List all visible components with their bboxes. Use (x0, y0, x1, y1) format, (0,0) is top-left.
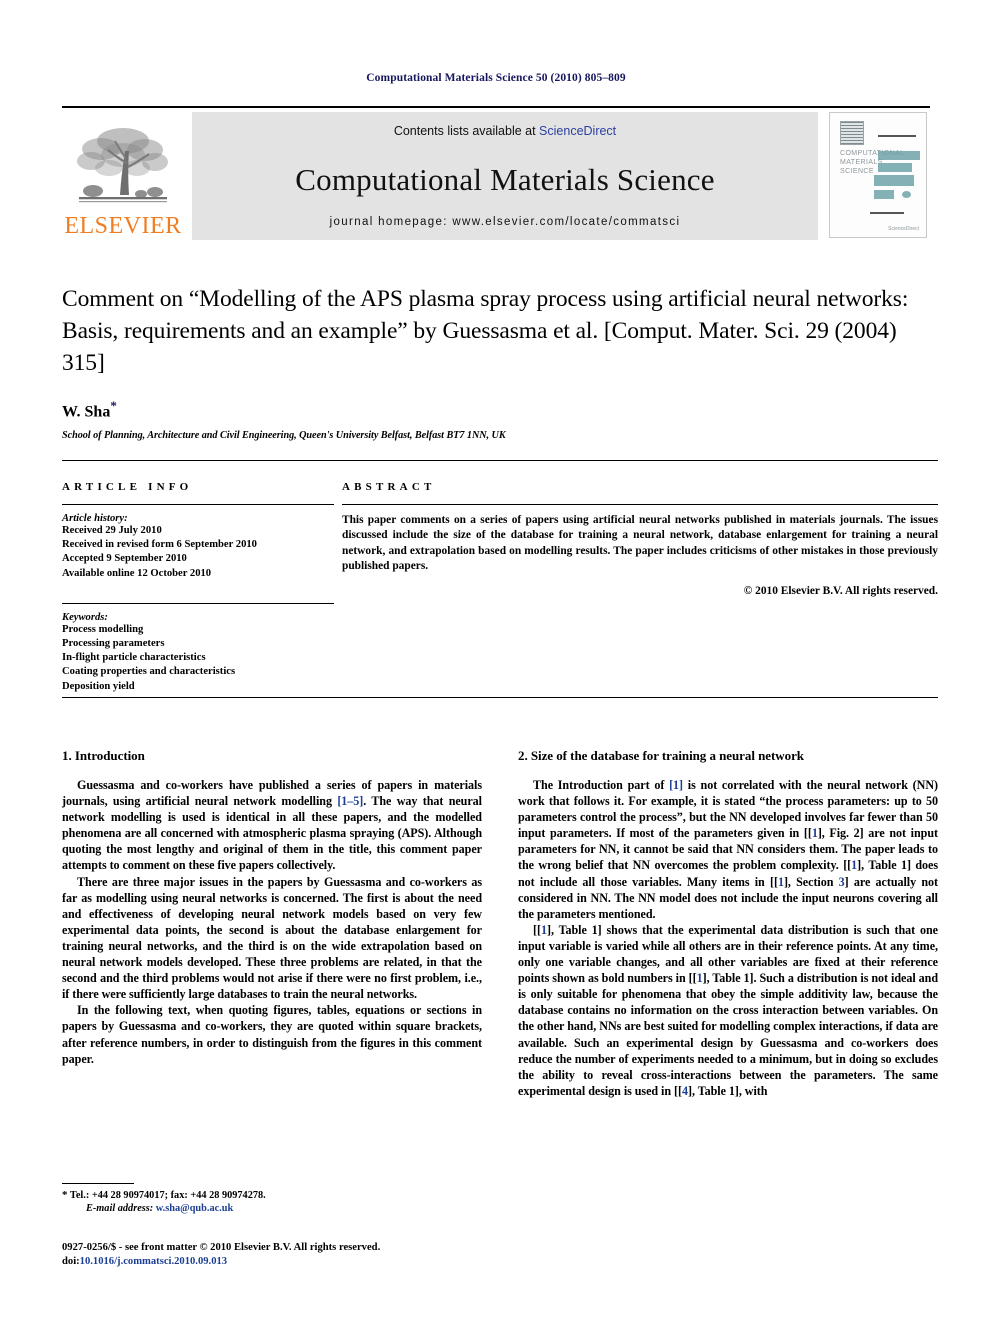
history-item: Accepted 9 September 2010 (62, 553, 187, 565)
email-address-link[interactable]: w.sha@qub.ac.uk (156, 1203, 233, 1214)
text-run: ], Section (783, 874, 839, 889)
text-run: The Introduction part of (533, 778, 670, 792)
abstract-text: This paper comments on a series of paper… (342, 514, 938, 573)
journal-band: Contents lists available at ScienceDirec… (192, 112, 818, 240)
citation-link[interactable]: [1] (669, 778, 683, 792)
history-item: Available online 12 October 2010 (62, 567, 212, 579)
doi-line: doi:10.1016/j.commatsci.2010.09.013 (62, 1255, 562, 1269)
paper-page: Computational Materials Science 50 (2010… (0, 0, 992, 1323)
article-history-label: Article history: (62, 513, 128, 524)
page-title: Comment on “Modelling of the APS plasma … (62, 286, 909, 376)
keywords-block: Keywords: Process modelling Processing p… (62, 602, 334, 694)
footnote-telephone: * Tel.: +44 28 90974017; fax: +44 28 909… (62, 1189, 482, 1202)
text-run: ], Table 1], with (687, 1083, 768, 1098)
paragraph: Guessasma and co-workers have published … (62, 777, 482, 874)
text-run: In the following text, when quoting figu… (62, 1003, 482, 1066)
elsevier-tree-icon (77, 128, 168, 203)
body-column-left: 1. Introduction Guessasma and co-workers… (62, 748, 482, 1099)
author-name: W. Sha* (62, 398, 938, 421)
history-item: Received in revised form 6 September 201… (62, 539, 257, 551)
keyword-item: Coating properties and characteristics (62, 666, 236, 678)
keyword-item: Deposition yield (62, 680, 135, 692)
keyword-item: In-flight particle characteristics (62, 652, 206, 664)
keyword-item: Process modelling (62, 623, 144, 635)
footnote-area: * Tel.: +44 28 90974017; fax: +44 28 909… (62, 1183, 482, 1216)
article-info-divider (62, 504, 334, 505)
paragraph: [[1], Table 1] shows that the experiment… (518, 922, 938, 1099)
meta-bottom-divider (62, 697, 938, 698)
journal-masthead: ELSEVIER Contents lists available at Sci… (62, 106, 930, 240)
paragraph: The Introduction part of [1] is not corr… (518, 777, 938, 922)
cover-image: COMPUTATIONAL MATERIALS SCIENCE ScienceD… (829, 112, 927, 238)
cover-logo-block (840, 121, 864, 145)
elsevier-logo: ELSEVIER (62, 112, 184, 240)
running-head: Computational Materials Science 50 (2010… (366, 72, 626, 84)
contents-prefix: Contents lists available at (393, 124, 540, 138)
history-item: Received 29 July 2010 (62, 525, 162, 536)
keywords-list: Process modelling Processing parameters … (62, 623, 334, 694)
keywords-divider (62, 602, 334, 604)
text-run: There are three major issues in the pape… (62, 874, 482, 1002)
footer-issn-block: 0927-0256/$ - see front matter © 2010 El… (62, 1241, 562, 1268)
footnote-email: E-mail address: w.sha@qub.ac.uk (62, 1202, 482, 1215)
citation-link[interactable]: [1–5] (337, 794, 363, 808)
cover-footer-text: ScienceDirect (888, 226, 919, 232)
abstract-copyright: © 2010 Elsevier B.V. All rights reserved… (743, 584, 938, 597)
section-heading-database-size: 2. Size of the database for training a n… (518, 748, 804, 763)
footnote-marker: * (62, 1189, 68, 1201)
issn-copyright-line: 0927-0256/$ - see front matter © 2010 El… (62, 1242, 381, 1253)
doi-link[interactable]: 10.1016/j.commatsci.2010.09.013 (80, 1256, 227, 1267)
email-address-label: E-mail address: (86, 1203, 154, 1215)
body-gutter (482, 748, 518, 1099)
title-block: Comment on “Modelling of the APS plasma … (62, 283, 938, 441)
keywords-label: Keywords: (62, 611, 108, 623)
body-column-right: 2. Size of the database for training a n… (518, 748, 938, 1099)
author-label: W. Sha (62, 403, 111, 421)
author-affiliation: School of Planning, Architecture and Civ… (62, 430, 506, 442)
paragraph: There are three major issues in the pape… (62, 874, 482, 1003)
abstract-heading: ABSTRACT (342, 481, 436, 493)
footnote-divider (62, 1183, 134, 1184)
cover-title-line-3: SCIENCE (840, 168, 874, 175)
abstract-divider (342, 504, 938, 505)
cover-title-line-2: MATERIALS (840, 159, 883, 166)
article-history-list: Received 29 July 2010 Received in revise… (62, 524, 334, 581)
article-info-column: ARTICLE INFO Article history: Received 2… (62, 481, 334, 694)
keyword-item: Processing parameters (62, 638, 165, 650)
sciencedirect-link[interactable]: ScienceDirect (539, 124, 616, 138)
text-run: [[ (533, 922, 541, 937)
journal-title: Computational Materials Science (295, 162, 715, 197)
doi-label: doi: (62, 1255, 80, 1267)
elsevier-wordmark: ELSEVIER (64, 213, 182, 239)
section-heading-introduction: 1. Introduction (62, 748, 145, 763)
paragraph: In the following text, when quoting figu… (62, 1002, 482, 1066)
column-gap (334, 481, 342, 694)
abstract-column: ABSTRACT This paper comments on a series… (342, 481, 938, 694)
contents-available-line: Contents lists available at ScienceDirec… (394, 124, 616, 138)
journal-cover-thumbnail: COMPUTATIONAL MATERIALS SCIENCE ScienceD… (826, 112, 930, 240)
footnote-tel-text: Tel.: +44 28 90974017; fax: +44 28 90974… (69, 1190, 266, 1201)
author-footnote-marker[interactable]: * (110, 398, 117, 413)
article-info-heading: ARTICLE INFO (62, 481, 193, 493)
article-meta-area: ARTICLE INFO Article history: Received 2… (62, 460, 938, 694)
text-run: ], Table 1]. Such a distribution is not … (518, 971, 938, 1098)
body-columns: 1. Introduction Guessasma and co-workers… (62, 748, 938, 1099)
journal-homepage-line[interactable]: journal homepage: www.elsevier.com/locat… (330, 216, 681, 228)
